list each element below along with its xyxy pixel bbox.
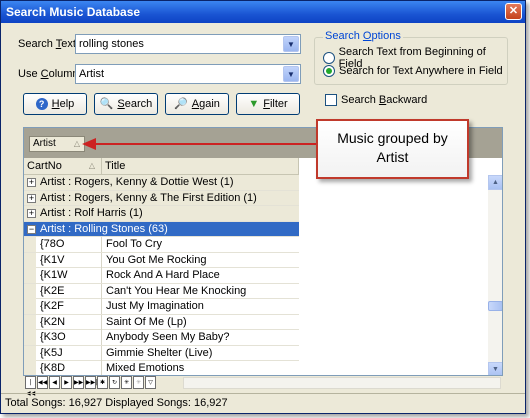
chevron-down-icon[interactable]: ▼ [283,66,299,82]
scroll-thumb[interactable] [488,301,502,311]
table-row[interactable]: {K1W Rock And A Hard Place [24,268,299,284]
help-icon: ? [35,98,48,110]
again-button[interactable]: 🔎 Again [165,93,229,115]
search-options-legend: Search Options [323,30,403,42]
table-row[interactable]: {K2N Saint Of Me (Lp) [24,314,299,330]
expand-icon[interactable]: + [27,193,36,203]
table-row[interactable]: {K3O Anybody Seen My Baby? [24,330,299,346]
callout-annotation: Music grouped by Artist [316,119,469,179]
close-icon: ✕ [508,5,519,17]
title-bar: Search Music Database ✕ [1,1,525,23]
prev-page-icon[interactable]: ◀◀ [37,376,48,389]
arrow-icon [82,138,318,150]
table-row[interactable]: {K1V You Got Me Rocking [24,252,299,268]
window-title: Search Music Database [6,5,141,19]
refresh-icon[interactable]: ↻ [109,376,120,389]
status-text: Total Songs: 16,927 Displayed Songs: 16,… [5,397,228,409]
help-button[interactable]: ? Help [23,93,87,115]
insert-record-icon[interactable]: ✱ [97,376,108,389]
sort-ascending-icon: △ [73,139,80,148]
filter-icon[interactable]: ▽ [145,376,156,389]
scroll-down-icon[interactable]: ▼ [488,362,502,375]
record-navigator: |◀◀ ◀◀ ◀ ▶ ▶▶ ▶▶| ✱ ↻ ✳ ✳ ▽ [23,376,503,397]
collapse-icon[interactable]: − [27,224,36,234]
prev-record-icon[interactable]: ◀ [49,376,60,389]
use-column-value: Artist [79,68,105,80]
table-row[interactable]: {K5J Gimmie Shelter (Live) [24,345,299,361]
group-row-selected[interactable]: − Artist : Rolling Stones (63) [24,221,299,237]
bookmark-icon[interactable]: ✳ [121,376,132,389]
scroll-up-icon[interactable]: ▲ [488,175,502,190]
checkbox[interactable] [325,94,337,106]
column-header-cartno[interactable]: CartNo △ [24,158,102,175]
search-options-group: Search Options Search Text from Beginnin… [314,30,508,85]
use-column-combo[interactable]: Artist ▼ [75,64,301,84]
first-record-icon[interactable]: |◀◀ [25,376,36,397]
table-row[interactable]: {K8D Mixed Emotions [24,361,299,375]
horizontal-scrollbar[interactable] [183,377,501,389]
goto-bookmark-icon[interactable]: ✳ [133,376,144,389]
group-row[interactable]: + Artist : Rogers, Kenny & The First Edi… [24,190,299,206]
filter-icon: ▼ [248,98,260,110]
table-row[interactable]: {78O Fool To Cry [24,237,299,253]
next-record-icon[interactable]: ▶ [61,376,72,389]
radio-search-anywhere[interactable]: Search for Text Anywhere in Field [323,65,503,77]
search-button[interactable]: 🔍 Search [94,93,158,115]
sort-ascending-icon: △ [88,161,95,170]
group-chip-artist[interactable]: Artist △ [29,136,85,152]
last-record-icon[interactable]: ▶▶| [85,376,97,389]
column-header-title[interactable]: Title [102,158,299,175]
status-bar: Total Songs: 16,927 Displayed Songs: 16,… [1,393,525,413]
chevron-down-icon[interactable]: ▼ [283,36,299,52]
radio-button-selected[interactable] [323,65,335,77]
search-backward-checkbox[interactable]: Search Backward [325,94,427,106]
search-text-label: Search Text: [18,38,79,50]
search-icon: 🔍 [99,98,114,110]
search-music-window: Search Music Database ✕ Search Text: rol… [0,0,526,414]
radio-button[interactable] [323,52,335,64]
filter-button[interactable]: ▼ Filter [236,93,300,115]
group-row[interactable]: + Artist : Rolf Harris (1) [24,206,299,222]
expand-icon[interactable]: + [27,178,36,187]
search-text-value: rolling stones [79,38,144,50]
use-column-label: Use Column: [18,68,82,80]
next-page-icon[interactable]: ▶▶ [73,376,84,389]
table-row[interactable]: {K2F Just My Imagination [24,299,299,315]
search-text-combo[interactable]: rolling stones ▼ [75,34,301,54]
grid-body: + Artist : Rogers, Kenny & Dottie West (… [24,175,299,375]
close-button[interactable]: ✕ [505,3,522,20]
search-again-icon: 🔎 [174,98,188,110]
group-row[interactable]: + Artist : Rogers, Kenny & Dottie West (… [24,175,299,191]
vertical-scrollbar[interactable]: ▲ ▼ [488,175,502,375]
expand-icon[interactable]: + [27,209,36,218]
table-row[interactable]: {K2E Can't You Hear Me Knocking [24,283,299,299]
